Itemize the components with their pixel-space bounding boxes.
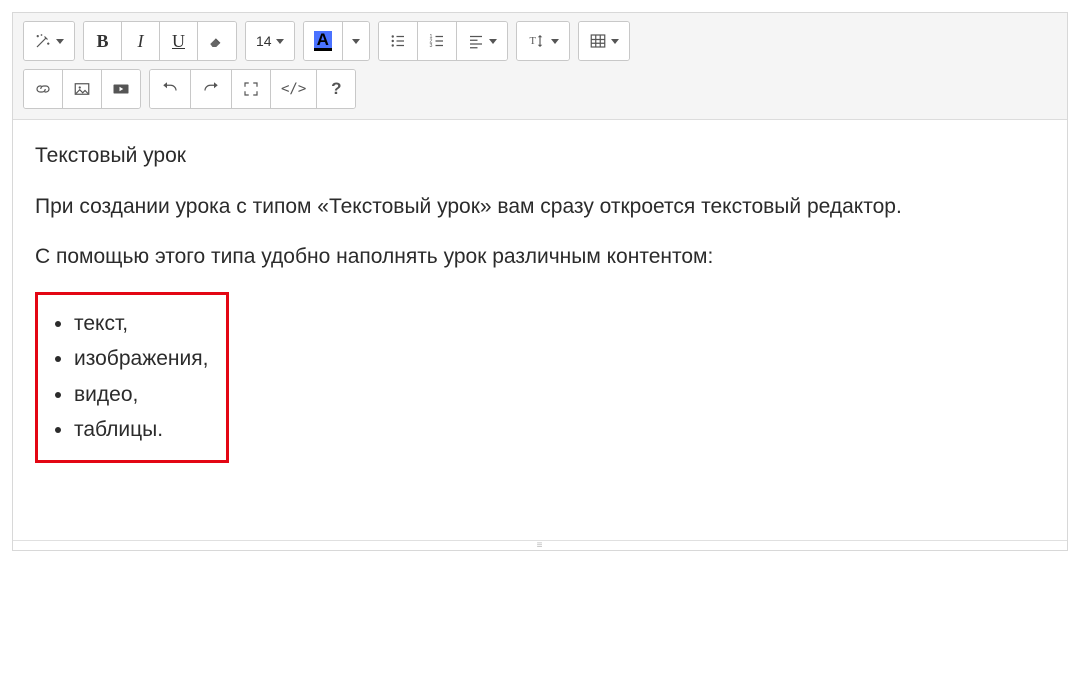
help-icon: ? — [331, 79, 341, 99]
toolbar-row-2: </> ? — [23, 69, 1057, 109]
editor-frame: B I U 14 A — [12, 12, 1068, 551]
resize-handle[interactable]: ≡ — [13, 540, 1067, 550]
magic-wand-button[interactable] — [24, 22, 74, 60]
numbered-list-icon: 123 — [428, 32, 446, 50]
font-size-button[interactable]: 14 — [246, 22, 294, 60]
svg-text:T: T — [529, 36, 536, 47]
link-button[interactable] — [24, 70, 63, 108]
align-icon — [467, 32, 485, 50]
toolbar-row-1: B I U 14 A — [23, 21, 1057, 61]
bold-icon: B — [96, 31, 108, 52]
magic-wand-icon — [34, 32, 52, 50]
video-icon — [112, 80, 130, 98]
undo-button[interactable] — [150, 70, 191, 108]
list-item: видео, — [74, 379, 208, 412]
paragraph-group: 123 — [378, 21, 508, 61]
video-button[interactable] — [102, 70, 140, 108]
table-group — [578, 21, 630, 61]
underline-icon: U — [172, 31, 185, 52]
content-title: Текстовый урок — [35, 140, 1045, 173]
font-color-button[interactable]: A — [304, 22, 343, 60]
content-paragraph-1: При создании урока с типом «Текстовый ур… — [35, 191, 1045, 224]
undo-icon — [160, 80, 180, 98]
fullscreen-icon — [242, 80, 260, 98]
bold-button[interactable]: B — [84, 22, 122, 60]
fullscreen-button[interactable] — [232, 70, 271, 108]
code-icon: </> — [281, 81, 306, 97]
font-color-dropdown[interactable] — [343, 22, 369, 60]
content-paragraph-2: С помощью этого типа удобно наполнять ур… — [35, 241, 1045, 274]
lineheight-icon: T — [527, 32, 547, 50]
text-format-group: B I U — [83, 21, 237, 61]
font-size-value: 14 — [256, 33, 272, 49]
content-list: текст, изображения, видео, таблицы. — [48, 308, 208, 447]
style-group — [23, 21, 75, 61]
svg-text:3: 3 — [429, 43, 432, 49]
ordered-list-button[interactable]: 123 — [418, 22, 457, 60]
editor-content[interactable]: Текстовый урок При создании урока с типо… — [13, 120, 1067, 540]
image-icon — [73, 80, 91, 98]
codeview-button[interactable]: </> — [271, 70, 317, 108]
list-item: таблицы. — [74, 414, 208, 447]
help-button[interactable]: ? — [317, 70, 355, 108]
lineheight-button[interactable]: T — [517, 22, 569, 60]
italic-icon: I — [138, 31, 144, 52]
insert-group — [23, 69, 141, 109]
table-button[interactable] — [579, 22, 629, 60]
grip-icon: ≡ — [537, 541, 544, 551]
table-icon — [589, 32, 607, 50]
eraser-icon — [208, 32, 226, 50]
list-item: текст, — [74, 308, 208, 341]
lineheight-group: T — [516, 21, 570, 61]
highlighted-list-box: текст, изображения, видео, таблицы. — [35, 292, 229, 463]
italic-button[interactable]: I — [122, 22, 160, 60]
underline-button[interactable]: U — [160, 22, 198, 60]
link-icon — [34, 80, 52, 98]
chevron-down-icon — [352, 39, 360, 44]
paragraph-align-button[interactable] — [457, 22, 507, 60]
toolbar: B I U 14 A — [13, 13, 1067, 120]
font-size-group: 14 — [245, 21, 295, 61]
font-color-group: A — [303, 21, 370, 61]
redo-button[interactable] — [191, 70, 232, 108]
font-color-icon: A — [314, 31, 332, 51]
misc-group: </> ? — [149, 69, 356, 109]
list-item: изображения, — [74, 343, 208, 376]
bullet-list-icon — [389, 32, 407, 50]
unordered-list-button[interactable] — [379, 22, 418, 60]
clear-format-button[interactable] — [198, 22, 236, 60]
redo-icon — [201, 80, 221, 98]
image-button[interactable] — [63, 70, 102, 108]
